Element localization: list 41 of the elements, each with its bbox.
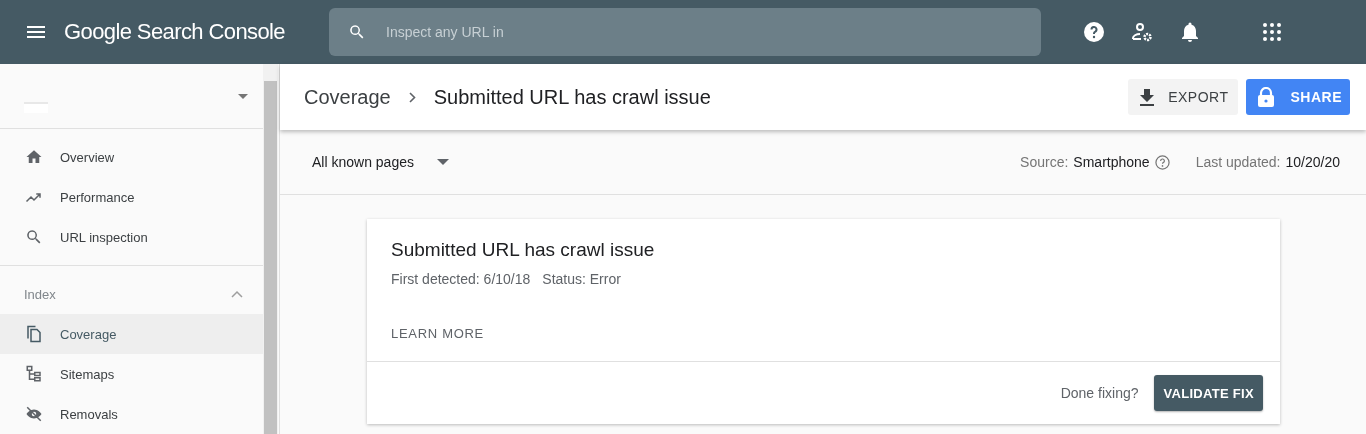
lock-icon: [1258, 87, 1275, 107]
validate-fix-button[interactable]: VALIDATE FIX: [1154, 375, 1263, 411]
issue-title: Submitted URL has crawl issue: [391, 239, 656, 261]
sidebar-item[interactable]: Removals: [0, 394, 263, 434]
learn-more-link[interactable]: LEARN MORE: [391, 326, 484, 341]
download-icon: [1140, 88, 1155, 106]
first-detected-text: First detected: 6/10/18: [391, 271, 531, 287]
status-text: Status: Error: [542, 271, 621, 287]
updated-value: 10/20/20: [1285, 154, 1340, 170]
scrollbar[interactable]: [263, 64, 278, 434]
pages-dropdown[interactable]: All known pages: [312, 154, 449, 170]
breadcrumb-link[interactable]: Coverage: [304, 85, 391, 109]
sidebar-item[interactable]: Sitemaps: [0, 354, 263, 394]
source-label: Source:: [1020, 154, 1069, 170]
help-icon[interactable]: [1154, 154, 1170, 170]
help-icon[interactable]: [1082, 20, 1106, 44]
app-title[interactable]: Google Search Console: [64, 19, 329, 45]
user-settings-icon[interactable]: [1130, 20, 1154, 44]
caret-icon: [436, 159, 449, 165]
menu-icon[interactable]: [27, 26, 45, 38]
eye-off-icon: [25, 405, 43, 423]
sidebar-item[interactable]: Overview: [0, 137, 263, 177]
source-value: Smartphone: [1073, 154, 1150, 170]
export-button[interactable]: EXPORT: [1128, 79, 1239, 115]
page-title: Submitted URL has crawl issue: [433, 85, 711, 109]
search-icon: [25, 228, 43, 246]
pages-icon: [25, 325, 43, 343]
sidebar-item[interactable]: URL inspection: [0, 217, 263, 257]
caret-icon: [238, 93, 248, 99]
sitemap-tree-icon: [25, 365, 43, 383]
share-button[interactable]: SHARE: [1246, 79, 1350, 115]
section-header[interactable]: Index: [0, 274, 263, 314]
chevron-icon: [231, 290, 243, 298]
updated-label: Last updated:: [1195, 154, 1281, 170]
home-icon: [25, 148, 43, 166]
search-field[interactable]: Inspect any URL in: [329, 8, 1041, 56]
chevron-right-icon: [408, 91, 416, 103]
apps-grid-icon[interactable]: [1263, 23, 1281, 41]
sidebar-item[interactable]: Performance: [0, 177, 263, 217]
done-fixing-text: Done fixing?: [1060, 385, 1139, 401]
sidebar-item[interactable]: Coverage: [0, 314, 263, 354]
